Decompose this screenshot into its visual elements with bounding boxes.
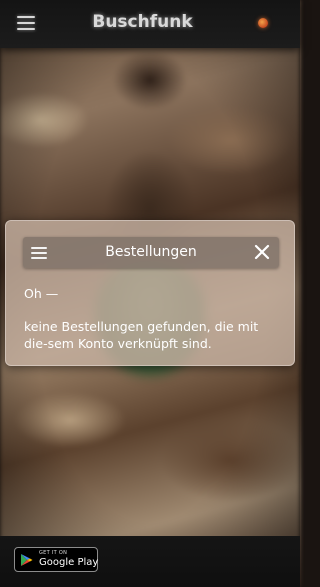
dialog-header: Bestellungen	[23, 237, 279, 268]
top-app-bar: Buschfunk	[0, 0, 300, 48]
close-icon[interactable]	[253, 243, 271, 261]
google-play-icon	[21, 554, 33, 566]
dialog-message-heading: Oh —	[24, 286, 59, 301]
badge-small-text: GET IT ON	[39, 550, 68, 556]
badge-store-text: Google Play	[39, 557, 99, 568]
orders-dialog: Bestellungen Oh — keine Bestellungen gef…	[5, 220, 295, 366]
app-title: Buschfunk	[92, 12, 193, 32]
dialog-body: Oh — keine Bestellungen gefunden, die mi…	[24, 285, 280, 352]
dialog-message-text: keine Bestellungen gefunden, die mit die…	[24, 319, 259, 351]
dialog-title: Bestellungen	[105, 244, 197, 260]
app-logo-icon[interactable]	[258, 18, 268, 28]
bottom-bar: GET IT ON Google Play	[0, 536, 300, 587]
google-play-badge[interactable]: GET IT ON Google Play	[14, 547, 98, 572]
